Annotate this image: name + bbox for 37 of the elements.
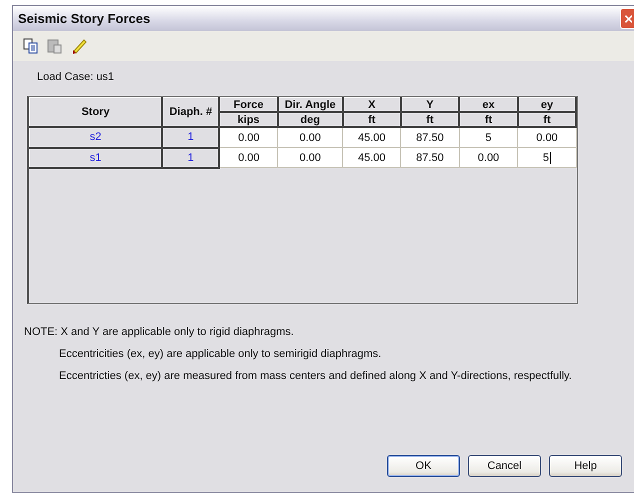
unit-header: ft xyxy=(342,112,401,127)
story-cell[interactable]: s1 xyxy=(30,148,162,168)
unit-header: kips xyxy=(219,112,278,127)
table-cell[interactable]: 0.00 xyxy=(459,148,518,168)
column-header: X xyxy=(342,98,401,112)
table-cell[interactable]: 0.00 xyxy=(278,148,343,168)
load-case-label: Load Case: us1 xyxy=(37,71,116,83)
table-cell[interactable]: 45.00 xyxy=(342,148,401,168)
table-cell[interactable]: 87.50 xyxy=(400,148,459,168)
ok-button[interactable]: OK xyxy=(387,455,460,477)
table-cell[interactable]: 5 xyxy=(459,127,518,148)
column-header: ex xyxy=(459,98,518,112)
editing-cell[interactable]: 5 xyxy=(518,148,576,168)
column-header: Y xyxy=(400,98,459,112)
window-title: Seismic Story Forces xyxy=(18,11,150,26)
unit-header: deg xyxy=(278,112,343,127)
column-header: ey xyxy=(518,98,576,112)
table-cell[interactable]: 0.00 xyxy=(518,127,576,148)
unit-header: ft xyxy=(400,112,459,127)
unit-header: ft xyxy=(518,112,576,127)
help-button[interactable]: Help xyxy=(549,455,622,477)
table-cell[interactable]: 0.00 xyxy=(219,148,278,168)
cancel-button[interactable]: Cancel xyxy=(468,455,541,477)
column-header: Dir. Angle xyxy=(278,98,343,112)
table-cell[interactable]: 0.00 xyxy=(278,127,343,148)
story-cell[interactable]: s2 xyxy=(30,127,162,148)
note-text: Eccentricities (ex, ey) are applicable only to semirigid diaphragms. xyxy=(58,348,382,360)
column-header: Force xyxy=(219,98,278,112)
table-cell[interactable]: 87.50 xyxy=(400,127,459,148)
column-header: Story xyxy=(30,98,162,127)
table-cell[interactable]: 45.00 xyxy=(342,127,401,148)
table-cell[interactable]: 0.00 xyxy=(219,127,278,148)
note-text: NOTE: X and Y are applicable only to rigid diaphragms. xyxy=(24,326,295,338)
column-header: Diaph. # xyxy=(162,98,220,127)
unit-header: ft xyxy=(459,112,518,127)
note-text: Eccentricties (ex, ey) are measured from mass centers and defined along X and Y-directions, respectfully. xyxy=(58,370,573,382)
diaphragm-cell[interactable]: 1 xyxy=(162,127,220,148)
